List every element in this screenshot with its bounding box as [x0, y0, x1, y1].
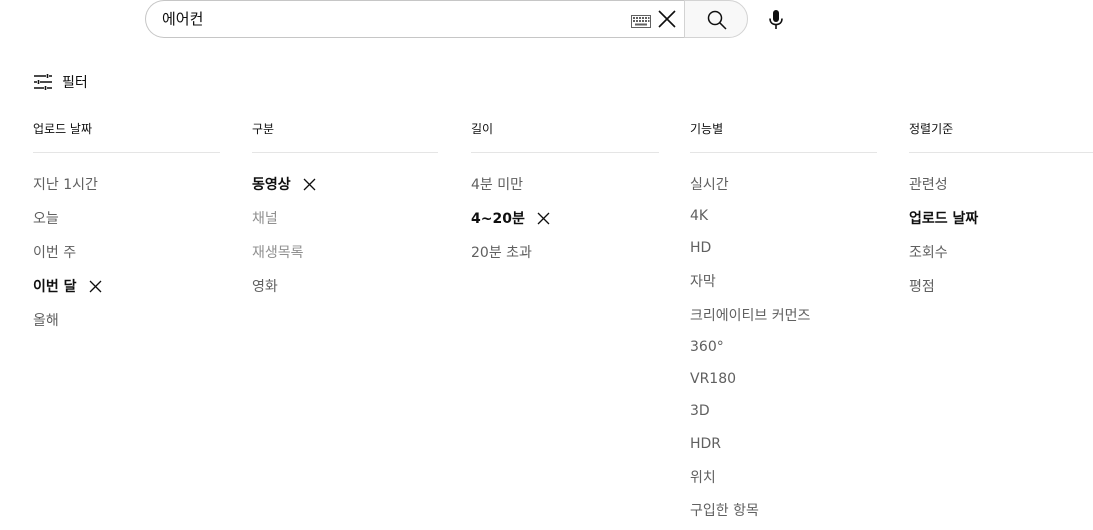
- filter-options: 동영상 채널 재생목록 영화: [252, 167, 438, 303]
- filter-option-movie[interactable]: 영화: [252, 269, 438, 303]
- filter-option-purchased[interactable]: 구입한 항목: [690, 494, 877, 526]
- filter-option-vr180[interactable]: VR180: [690, 363, 877, 395]
- remove-filter-icon[interactable]: [88, 279, 103, 294]
- search-icon: [707, 10, 727, 30]
- filter-group-header: 업로드 날짜: [33, 118, 220, 153]
- keyboard-icon[interactable]: [631, 13, 651, 28]
- sort-option-upload-date[interactable]: 업로드 날짜: [909, 201, 1093, 235]
- filter-option-3d[interactable]: 3D: [690, 395, 877, 427]
- filter-option-channel: 채널: [252, 211, 278, 227]
- microphone-icon: [769, 10, 783, 29]
- clear-search-icon[interactable]: [656, 8, 678, 30]
- filter-options: 지난 1시간 오늘 이번 주 이번 달 올해: [33, 167, 220, 337]
- filter-option-live[interactable]: 실시간: [690, 167, 877, 200]
- filter-option-4k[interactable]: 4K: [690, 200, 877, 232]
- filter-group-upload-date: 업로드 날짜 지난 1시간 오늘 이번 주 이번 달 올해: [33, 118, 220, 337]
- sort-option-view-count[interactable]: 조회수: [909, 235, 1093, 269]
- filter-group-sort-by: 정렬기준 관련성 업로드 날짜 조회수 평점: [909, 118, 1093, 303]
- filter-group-header: 길이: [471, 118, 659, 153]
- filter-option-over-20-minutes[interactable]: 20분 초과: [471, 235, 659, 269]
- filter-option-this-month[interactable]: 이번 달: [33, 269, 220, 303]
- filter-option-this-year[interactable]: 올해: [33, 303, 220, 337]
- remove-filter-icon[interactable]: [536, 211, 551, 226]
- filter-option-creative-commons[interactable]: 크리에이티브 커먼즈: [690, 298, 877, 331]
- filter-group-type: 구분 동영상 채널 재생목록 영화: [252, 118, 438, 303]
- filter-option-hdr[interactable]: HDR: [690, 427, 877, 460]
- filter-option-subtitles[interactable]: 자막: [690, 264, 877, 298]
- filter-option-4-20-minutes[interactable]: 4~20분: [471, 201, 659, 235]
- filter-group-header: 정렬기준: [909, 118, 1093, 153]
- search-results-page: 필터 업로드 날짜 지난 1시간 오늘 이번 주 이번 달 올해 구분 동영상 …: [0, 0, 1093, 530]
- filter-options: 실시간 4K HD 자막 크리에이티브 커먼즈 360° VR180 3D HD…: [690, 167, 877, 526]
- filter-option-this-week[interactable]: 이번 주: [33, 235, 220, 269]
- search-button[interactable]: [684, 0, 748, 38]
- filter-option-360[interactable]: 360°: [690, 331, 877, 363]
- filter-toggle-button[interactable]: 필터: [33, 68, 88, 96]
- filter-option-playlist: 재생목록: [252, 245, 304, 261]
- filter-option-location[interactable]: 위치: [690, 460, 877, 494]
- filter-group-duration: 길이 4분 미만 4~20분 20분 초과: [471, 118, 659, 269]
- filter-options: 관련성 업로드 날짜 조회수 평점: [909, 167, 1093, 303]
- filter-options: 4분 미만 4~20분 20분 초과: [471, 167, 659, 269]
- filter-option-today[interactable]: 오늘: [33, 201, 220, 235]
- search-input[interactable]: [162, 1, 602, 37]
- voice-search-button[interactable]: [758, 0, 794, 38]
- filter-option-video[interactable]: 동영상: [252, 167, 438, 201]
- filter-group-header: 구분: [252, 118, 438, 153]
- sort-option-relevance[interactable]: 관련성: [909, 167, 1093, 201]
- sort-option-rating[interactable]: 평점: [909, 269, 1093, 303]
- remove-filter-icon[interactable]: [302, 177, 317, 192]
- filter-group-header: 기능별: [690, 118, 877, 153]
- filter-group-features: 기능별 실시간 4K HD 자막 크리에이티브 커먼즈 360° VR180 3…: [690, 118, 877, 526]
- filter-option-under-4-minutes[interactable]: 4분 미만: [471, 167, 659, 201]
- filter-option-hd[interactable]: HD: [690, 232, 877, 264]
- filter-option-last-hour[interactable]: 지난 1시간: [33, 167, 220, 201]
- filter-sliders-icon: [34, 74, 52, 90]
- filter-label: 필터: [62, 75, 88, 91]
- search-box[interactable]: [145, 0, 684, 38]
